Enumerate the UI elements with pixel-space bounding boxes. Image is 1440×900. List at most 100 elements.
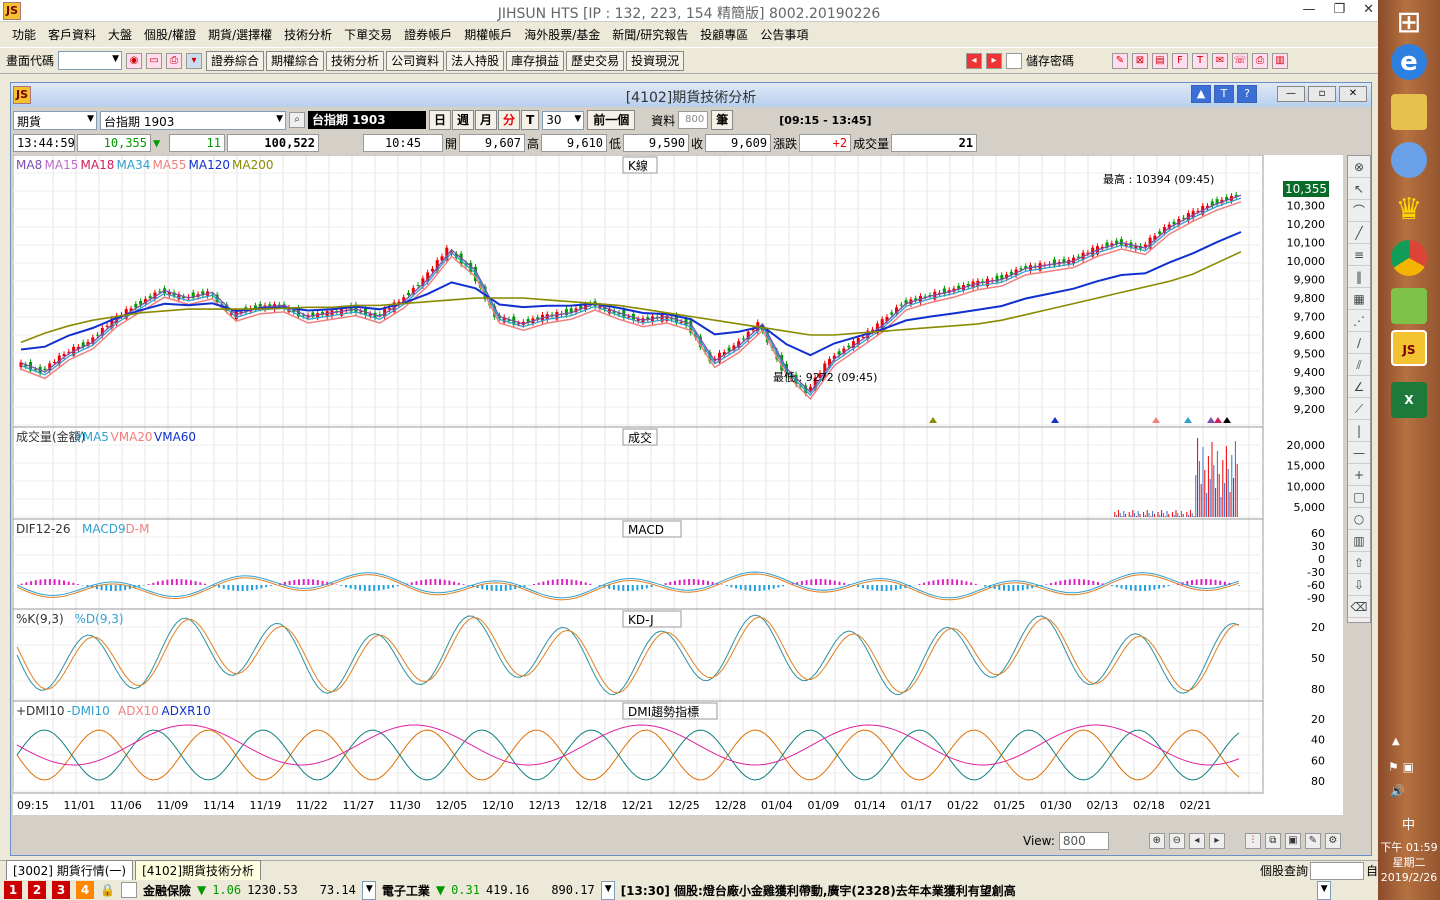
bars-icon[interactable]: ▥ — [1348, 530, 1370, 552]
channel-icon[interactable]: ⫽ — [1348, 354, 1370, 376]
menu-item-9[interactable]: 海外股票/基金 — [518, 24, 606, 44]
toolbar-button-2[interactable]: 技術分析 — [326, 50, 385, 71]
search-button[interactable]: 自 — [1366, 862, 1378, 879]
menu-item-2[interactable]: 大盤 — [102, 24, 138, 44]
news-ticker[interactable]: [13:30] 個股:燈台廠小金雞獲利帶動,廣宇(2328)去年本業獲利有望創高 — [621, 882, 1311, 899]
technical-chart[interactable]: K線 MA8 MA15 MA18 MA34 MA55 MA120 MA200 9,200 9,30… — [13, 155, 1343, 815]
copy-icon[interactable]: ⧉ — [1264, 833, 1281, 849]
lock-icon[interactable]: 🔒 — [100, 883, 115, 897]
dropdown-icon[interactable]: ▾ — [186, 52, 203, 69]
cross-icon[interactable]: + — [1348, 464, 1370, 486]
search-icon[interactable]: ⌕ — [289, 112, 305, 128]
arrow-up-icon[interactable]: ⇧ — [1348, 552, 1370, 574]
crown-icon[interactable]: ♛ — [1391, 192, 1427, 228]
ie-icon[interactable]: e — [1391, 44, 1427, 80]
child-restore-icon[interactable]: ▫ — [1308, 86, 1336, 102]
tray-expand-icon[interactable]: ▲ — [1392, 736, 1400, 747]
status-checkbox[interactable] — [120, 882, 137, 898]
notes-icon[interactable] — [1391, 288, 1427, 324]
window-3-button[interactable]: 3 — [52, 881, 70, 899]
arc-icon[interactable]: ⌒ — [1348, 200, 1370, 222]
rectangle-icon[interactable]: □ — [1348, 486, 1370, 508]
trendline-icon[interactable]: ∕ — [1348, 332, 1370, 354]
tool-icon-1[interactable]: ✎ — [1112, 52, 1128, 69]
tray-apps-icon[interactable]: ⚑ ▣ — [1388, 760, 1414, 774]
ray-icon[interactable]: ⟋ — [1348, 398, 1370, 420]
menu-item-5[interactable]: 技術分析 — [278, 24, 338, 44]
period-button-1[interactable]: 週 — [452, 110, 475, 130]
zoom-in-icon[interactable]: ⊕ — [1148, 833, 1165, 849]
tab-3002[interactable]: [3002] 期貨行情(一) — [6, 860, 134, 881]
zoom-out-icon[interactable]: ⊖ — [1168, 833, 1185, 849]
menu-item-12[interactable]: 公告事項 — [754, 24, 814, 44]
chrome-icon[interactable] — [1391, 240, 1427, 276]
prev-button[interactable]: 前一個 — [587, 110, 636, 130]
symbol-select[interactable]: 台指期 1903 — [100, 110, 286, 130]
tool-icon-9[interactable]: ▥ — [1272, 52, 1288, 69]
search-icon[interactable]: ◉ — [126, 52, 143, 69]
tab-4102[interactable]: [4102]期貨技術分析 — [135, 860, 261, 881]
forward-icon[interactable]: ▸ — [985, 52, 1002, 69]
menu-item-0[interactable]: 功能 — [6, 24, 42, 44]
scroll-right-icon[interactable]: ▸ — [1208, 833, 1225, 849]
child-minimize-icon[interactable]: — — [1277, 86, 1305, 102]
excel-icon[interactable]: X — [1391, 382, 1427, 418]
news-select[interactable] — [1316, 880, 1331, 900]
market-select[interactable]: 期貨 — [13, 110, 97, 130]
scroll-left-icon[interactable]: ◂ — [1188, 833, 1205, 849]
tool-icon-7[interactable]: ☏ — [1232, 52, 1248, 69]
tool-icon-4[interactable]: F — [1172, 52, 1188, 69]
toolbar-button-5[interactable]: 庫存損益 — [506, 50, 565, 71]
close-icon[interactable]: ✕ — [1363, 2, 1374, 17]
volume-icon[interactable]: 🔊 — [1390, 784, 1405, 798]
period-button-2[interactable]: 月 — [475, 110, 498, 130]
menu-item-11[interactable]: 投顧專區 — [694, 24, 754, 44]
toolbar-button-6[interactable]: 歷史交易 — [566, 50, 625, 71]
menu-item-1[interactable]: 客戶資料 — [42, 24, 102, 44]
vlines-icon[interactable]: ‖ — [1348, 266, 1370, 288]
menu-item-3[interactable]: 個股/權證 — [138, 24, 202, 44]
indicator-icon[interactable]: ⫶ — [1244, 833, 1261, 849]
window-4-button[interactable]: 4 — [76, 881, 94, 899]
windows-start-icon[interactable]: ⊞ — [1391, 6, 1427, 42]
child-close-icon[interactable]: ✕ — [1339, 86, 1367, 102]
fan-icon[interactable]: ⋰ — [1348, 310, 1370, 332]
up-arrow-icon[interactable]: ▲ — [1191, 85, 1211, 103]
arrow-down-icon[interactable]: ⇩ — [1348, 574, 1370, 596]
code-select[interactable] — [58, 51, 123, 70]
back-icon[interactable]: ◂ — [965, 52, 982, 69]
hlines-icon[interactable]: ≡ — [1348, 244, 1370, 266]
menu-item-8[interactable]: 期權帳戶 — [458, 24, 518, 44]
data-count-input[interactable]: 800 — [678, 111, 709, 129]
period-button-3[interactable]: 分 — [498, 110, 521, 130]
text-icon[interactable]: T — [1214, 85, 1234, 103]
view-input[interactable]: 800 — [1058, 832, 1109, 850]
tool-icon-5[interactable]: T — [1192, 52, 1208, 69]
layout-icon[interactable]: ▣ — [1284, 833, 1301, 849]
menu-item-10[interactable]: 新聞/研究報告 — [606, 24, 694, 44]
pen-icon[interactable]: ✎ — [1304, 833, 1321, 849]
unit-button[interactable]: 筆 — [711, 110, 734, 130]
ime-indicator[interactable]: 中 — [1402, 814, 1415, 833]
print-icon[interactable]: ⎙ — [166, 52, 183, 69]
restore-icon[interactable]: ❐ — [1333, 2, 1345, 17]
interval-select[interactable]: 30 — [542, 110, 585, 130]
window-icon[interactable]: ▭ — [146, 52, 163, 69]
menu-item-4[interactable]: 期貨/選擇權 — [202, 24, 278, 44]
folder-icon[interactable] — [1391, 94, 1427, 130]
idx1-select[interactable] — [361, 880, 376, 900]
idx2-select[interactable] — [600, 880, 615, 900]
jihsun-app-icon[interactable]: JS — [1391, 330, 1427, 366]
toolbar-button-1[interactable]: 期權綜合 — [266, 50, 325, 71]
cancel-icon[interactable]: ⊗ — [1348, 156, 1370, 178]
angle-icon[interactable]: ∠ — [1348, 376, 1370, 398]
save-password-checkbox[interactable] — [1005, 52, 1022, 69]
toolbar-button-7[interactable]: 投資現況 — [626, 50, 685, 71]
eraser-icon[interactable]: ⌫ — [1348, 596, 1370, 618]
vertical-line-icon[interactable]: | — [1348, 420, 1370, 442]
period-button-0[interactable]: 日 — [429, 110, 452, 130]
window-1-button[interactable]: 1 — [4, 881, 22, 899]
paint-icon[interactable] — [1391, 142, 1427, 178]
minimize-icon[interactable]: — — [1302, 2, 1315, 17]
horizontal-line-icon[interactable]: — — [1348, 442, 1370, 464]
